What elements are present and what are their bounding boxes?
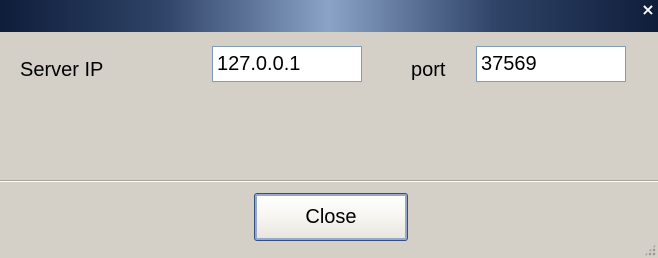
port-input[interactable] (476, 46, 626, 82)
resize-grip-icon[interactable] (644, 244, 656, 256)
separator (0, 180, 658, 182)
title-bar: × (0, 0, 658, 32)
port-label: port (411, 59, 446, 81)
server-ip-input[interactable] (212, 46, 362, 82)
close-icon[interactable]: × (640, 2, 656, 18)
server-ip-label: Server IP (20, 59, 104, 81)
close-button[interactable]: Close (254, 193, 408, 241)
server-settings-dialog: × Server IP port Close (0, 0, 658, 258)
